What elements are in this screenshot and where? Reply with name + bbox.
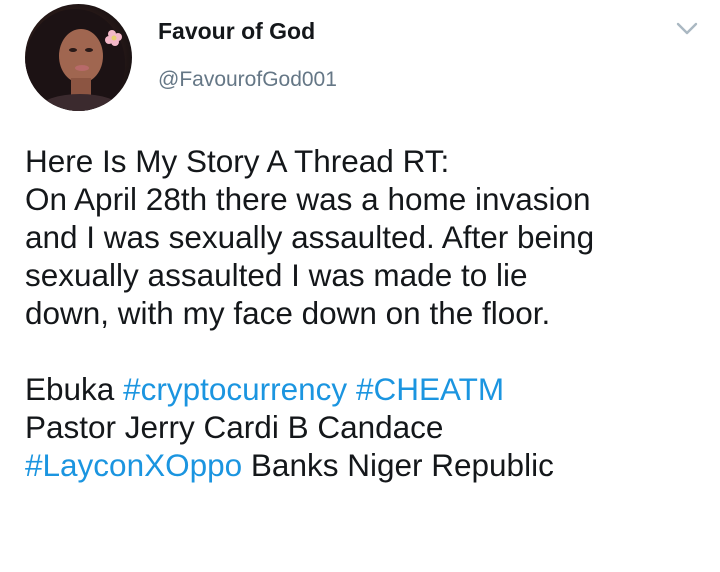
- tweet: Favour of God @FavourofGod001 Here Is My…: [0, 0, 720, 572]
- tweet-text: Here Is My Story A Thread RT: On April 2…: [25, 142, 715, 484]
- tweet-text-fragment: Ebuka: [25, 371, 124, 407]
- user-handle[interactable]: @FavourofGod001: [158, 66, 337, 94]
- hashtag-link[interactable]: #LayconXOppo: [25, 447, 242, 483]
- tweet-header: Favour of God @FavourofGod001: [158, 16, 337, 94]
- display-name[interactable]: Favour of God: [158, 16, 337, 46]
- hashtag-link[interactable]: #cryptocurrency: [123, 371, 347, 407]
- tweet-line: Pastor Jerry Cardi B Candace: [25, 409, 444, 445]
- tweet-line: Here Is My Story A Thread RT:: [25, 143, 450, 179]
- tags-line: #LayconXOppo Banks Niger Republic: [25, 446, 715, 484]
- chevron-down-icon[interactable]: [676, 22, 698, 36]
- avatar-image: [25, 9, 125, 111]
- tweet-text-fragment: [347, 371, 356, 407]
- tweet-line: sexually assaulted I was made to lie: [25, 257, 528, 293]
- tweet-line: On April 28th there was a home invasion: [25, 181, 591, 217]
- hashtag-link[interactable]: #CHEATM: [356, 371, 504, 407]
- tweet-text-fragment: Banks Niger Republic: [242, 447, 554, 483]
- avatar[interactable]: [25, 4, 132, 111]
- tweet-line: down, with my face down on the floor.: [25, 295, 551, 331]
- tweet-line: and I was sexually assaulted. After bein…: [25, 219, 595, 255]
- tags-line: Ebuka #cryptocurrency #CHEATM: [25, 370, 715, 408]
